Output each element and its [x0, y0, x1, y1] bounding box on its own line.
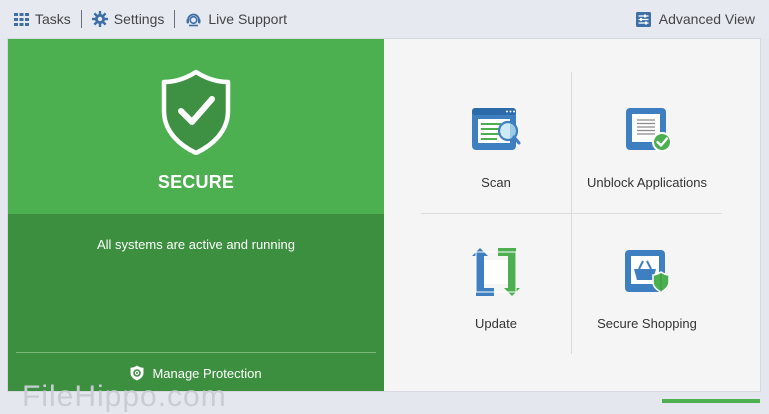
status-panel: SECURE All systems are active and runnin… — [8, 39, 384, 391]
scan-icon — [472, 108, 521, 150]
settings-menu[interactable]: Settings — [82, 0, 175, 38]
top-toolbar: Tasks Settings Live Support Advanced Vie… — [0, 0, 769, 38]
status-title: SECURE — [157, 172, 235, 192]
headset-icon — [186, 13, 201, 27]
live-support-label: Live Support — [208, 11, 287, 27]
update-label: Update — [475, 316, 517, 331]
status-body: All systems are active and running Manag… — [8, 214, 384, 391]
status-header: SECURE — [8, 39, 384, 214]
tasks-menu[interactable]: Tasks — [0, 0, 81, 38]
manage-protection-label: Manage Protection — [152, 365, 262, 381]
settings-label: Settings — [113, 11, 165, 27]
update-tile[interactable]: Update — [421, 218, 571, 358]
live-support-menu[interactable]: Live Support — [175, 0, 297, 38]
scan-label: Scan — [481, 175, 511, 190]
shield-check-icon — [161, 69, 231, 155]
unblock-applications-icon — [626, 108, 672, 152]
divider — [16, 352, 376, 353]
advanced-view-button[interactable]: Advanced View — [635, 0, 755, 38]
unblock-applications-label: Unblock Applications — [587, 175, 707, 190]
gear-icon — [91, 11, 108, 27]
shield-gear-icon — [130, 365, 144, 381]
tasks-label: Tasks — [35, 11, 71, 27]
advanced-view-label: Advanced View — [658, 11, 755, 27]
main-panel: SECURE All systems are active and runnin… — [8, 39, 760, 391]
bottom-green-strip — [662, 399, 760, 403]
unblock-applications-tile[interactable]: Unblock Applications — [572, 77, 722, 217]
grid-icon — [14, 12, 29, 26]
action-tiles: Scan Unblock Applications Update Secure … — [384, 39, 760, 391]
sliders-icon — [635, 11, 651, 27]
secure-shopping-label: Secure Shopping — [597, 316, 697, 331]
status-message: All systems are active and running — [97, 237, 295, 252]
secure-shopping-tile[interactable]: Secure Shopping — [572, 218, 722, 358]
update-icon — [472, 248, 520, 296]
secure-shopping-icon — [625, 250, 670, 293]
watermark: FileHippo.com — [22, 380, 227, 413]
scan-tile[interactable]: Scan — [421, 77, 571, 217]
